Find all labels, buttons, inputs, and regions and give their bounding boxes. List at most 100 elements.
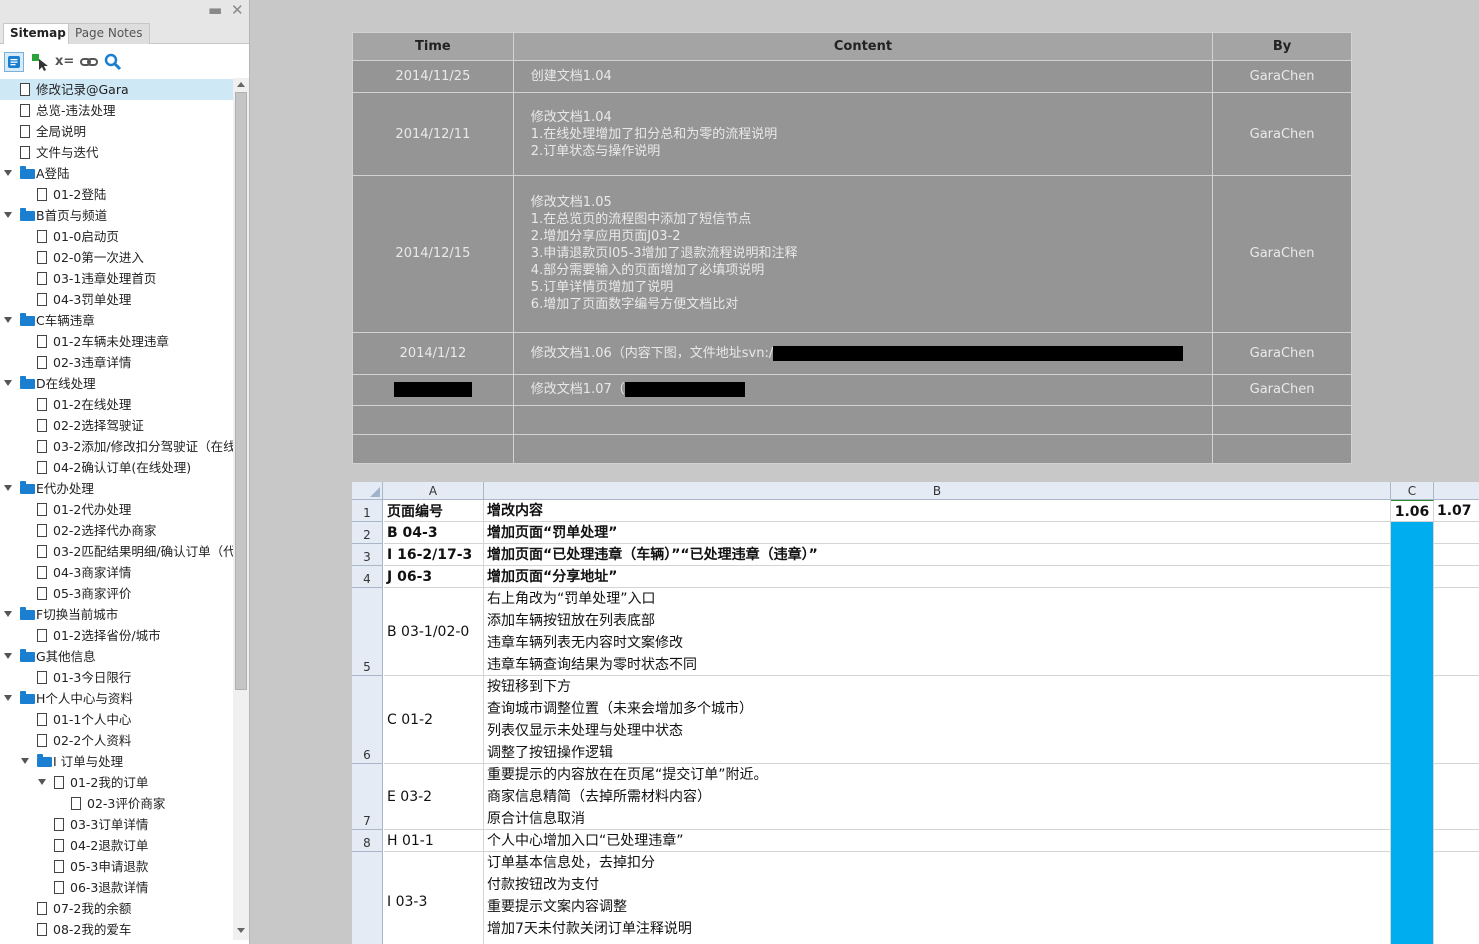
- sitemap-page[interactable]: 08-2我的爱车: [0, 919, 233, 940]
- sitemap-page[interactable]: 01-3今日限行: [0, 667, 233, 688]
- sitemap-page[interactable]: 04-3罚单处理: [0, 289, 233, 310]
- cell-change-content[interactable]: 增加页面“分享地址”: [484, 566, 1391, 588]
- sitemap-folder[interactable]: F切换当前城市: [0, 604, 233, 625]
- sitemap-page[interactable]: 03-2匹配结果明细/确认订单（代办: [0, 541, 233, 562]
- cell-highlight[interactable]: [1391, 588, 1434, 676]
- expand-arrow-icon[interactable]: [4, 695, 12, 701]
- sitemap-page[interactable]: 全局说明: [0, 121, 233, 142]
- cell-empty[interactable]: [1434, 830, 1479, 852]
- cell-page-id[interactable]: J 06-3: [384, 566, 484, 588]
- cell-change-content[interactable]: 订单基本信息处，去掉扣分 付款按钮改为支付 重要提示文案内容调整 增加7天未付款关闭订…: [484, 852, 1391, 944]
- expand-arrow-icon[interactable]: [38, 779, 46, 785]
- cell-empty[interactable]: [1434, 566, 1479, 588]
- cell-highlight[interactable]: [1391, 566, 1434, 588]
- sitemap-page[interactable]: 03-1违章处理首页: [0, 268, 233, 289]
- sitemap-page[interactable]: 04-2确认订单(在线处理): [0, 457, 233, 478]
- sitemap-page[interactable]: 文件与迭代: [0, 142, 233, 163]
- sitemap-page[interactable]: 02-2选择代办商家: [0, 520, 233, 541]
- sitemap-page[interactable]: 06-3退款详情: [0, 877, 233, 898]
- cell-change-content[interactable]: 按钮移到下方 查询城市调整位置（未来会增加多个城市） 列表仅显示未处理与处理中状态调…: [484, 676, 1391, 764]
- row-header[interactable]: 8: [352, 830, 383, 852]
- row-header[interactable]: 1: [352, 500, 383, 522]
- sitemap-page[interactable]: 修改记录@Gara: [0, 79, 233, 100]
- sitemap-folder[interactable]: D在线处理: [0, 373, 233, 394]
- cell-highlight[interactable]: [1391, 544, 1434, 566]
- cell-empty[interactable]: [1434, 764, 1479, 830]
- cursor-add-icon[interactable]: [30, 52, 50, 72]
- link-icon[interactable]: [79, 52, 99, 72]
- row-header[interactable]: 4: [352, 566, 383, 588]
- sitemap-page[interactable]: 02-2个人资料: [0, 730, 233, 751]
- search-icon[interactable]: [103, 52, 123, 72]
- select-all-corner[interactable]: [352, 482, 383, 500]
- sitemap-page[interactable]: 01-1个人中心: [0, 709, 233, 730]
- column-header-c[interactable]: C: [1391, 482, 1434, 500]
- cell-change-content[interactable]: 增改内容: [484, 500, 1391, 522]
- sitemap-page[interactable]: 01-0启动页: [0, 226, 233, 247]
- cell-empty[interactable]: [1434, 852, 1479, 944]
- cell-change-content[interactable]: 个人中心增加入口“已处理违章”: [484, 830, 1391, 852]
- expand-arrow-icon[interactable]: [4, 170, 12, 176]
- cell-change-content[interactable]: 增加页面“已处理违章（车辆）”“已处理违章（违章）”: [484, 544, 1391, 566]
- sitemap-folder[interactable]: H个人中心与资料: [0, 688, 233, 709]
- sitemap-page[interactable]: 01-2代办处理: [0, 499, 233, 520]
- sitemap-folder[interactable]: G其他信息: [0, 646, 233, 667]
- expand-arrow-icon[interactable]: [4, 611, 12, 617]
- column-header-b[interactable]: B: [484, 482, 1391, 500]
- cell-page-id[interactable]: E 03-2: [384, 764, 484, 830]
- sitemap-page[interactable]: 01-2车辆未处理违章: [0, 331, 233, 352]
- cell-page-id[interactable]: H 01-1: [384, 830, 484, 852]
- cell-version-107[interactable]: 1.07（: [1434, 500, 1479, 522]
- sitemap-page[interactable]: 01-2登陆: [0, 184, 233, 205]
- expand-arrow-icon[interactable]: [4, 380, 12, 386]
- scroll-down-icon[interactable]: [237, 928, 245, 933]
- sitemap-scrollbar[interactable]: [233, 78, 249, 940]
- cell-highlight[interactable]: [1391, 522, 1434, 544]
- row-header[interactable]: 7: [352, 764, 383, 830]
- minimize-icon[interactable]: ▬: [208, 2, 222, 18]
- cell-highlight[interactable]: [1391, 830, 1434, 852]
- sitemap-folder[interactable]: B首页与频道: [0, 205, 233, 226]
- sitemap-page[interactable]: 02-0第一次进入: [0, 247, 233, 268]
- column-header-d[interactable]: [1434, 482, 1479, 500]
- expand-arrow-icon[interactable]: [4, 212, 12, 218]
- scroll-up-icon[interactable]: [237, 82, 245, 87]
- cell-highlight[interactable]: [1391, 676, 1434, 764]
- expand-arrow-icon[interactable]: [4, 317, 12, 323]
- row-header[interactable]: 3: [352, 544, 383, 566]
- sitemap-page[interactable]: 02-3违章详情: [0, 352, 233, 373]
- row-header[interactable]: 2: [352, 522, 383, 544]
- sitemap-page[interactable]: 03-2添加/修改扣分驾驶证（在线处: [0, 436, 233, 457]
- sitemap-page[interactable]: 04-2退款订单: [0, 835, 233, 856]
- row-header[interactable]: 5: [352, 588, 383, 676]
- cell-empty[interactable]: [1434, 522, 1479, 544]
- sitemap-folder[interactable]: C车辆违章: [0, 310, 233, 331]
- sitemap-folder[interactable]: A登陆: [0, 163, 233, 184]
- cell-empty[interactable]: [1434, 676, 1479, 764]
- sitemap-page[interactable]: 01-2我的订单: [0, 772, 233, 793]
- tab-sitemap[interactable]: Sitemap: [3, 23, 73, 45]
- cell-page-id[interactable]: I 03-3: [384, 852, 484, 944]
- sitemap-page[interactable]: 02-2选择驾驶证: [0, 415, 233, 436]
- cell-change-content[interactable]: 增加页面“罚单处理”: [484, 522, 1391, 544]
- sitemap-page[interactable]: 07-2我的余额: [0, 898, 233, 919]
- cell-change-content[interactable]: 右上角改为“罚单处理”入口 添加车辆按钮放在列表底部 违章车辆列表无内容时文案修改违…: [484, 588, 1391, 676]
- close-icon[interactable]: ✕: [231, 2, 244, 18]
- notes-icon[interactable]: [4, 52, 24, 72]
- cell-page-id[interactable]: B 03-1/02-0: [384, 588, 484, 676]
- scrollbar-thumb[interactable]: [235, 92, 247, 690]
- column-header-a[interactable]: A: [383, 482, 484, 500]
- sitemap-folder[interactable]: E代办处理: [0, 478, 233, 499]
- expand-arrow-icon[interactable]: [4, 485, 12, 491]
- cell-empty[interactable]: [1434, 544, 1479, 566]
- sitemap-page[interactable]: 04-3商家详情: [0, 562, 233, 583]
- cell-page-id[interactable]: I 16-2/17-3: [384, 544, 484, 566]
- cell-change-content[interactable]: 重要提示的内容放在在页尾“提交订单”附近。 商家信息精简（去掉所需材料内容） 原合计…: [484, 764, 1391, 830]
- cell-page-id[interactable]: 页面编号: [384, 500, 484, 522]
- sitemap-page[interactable]: 总览-违法处理: [0, 100, 233, 121]
- expand-arrow-icon[interactable]: [4, 653, 12, 659]
- sitemap-page[interactable]: 05-3申请退款: [0, 856, 233, 877]
- row-header[interactable]: [352, 852, 383, 944]
- cell-version-106[interactable]: 1.06: [1391, 500, 1434, 522]
- expand-arrow-icon[interactable]: [21, 758, 29, 764]
